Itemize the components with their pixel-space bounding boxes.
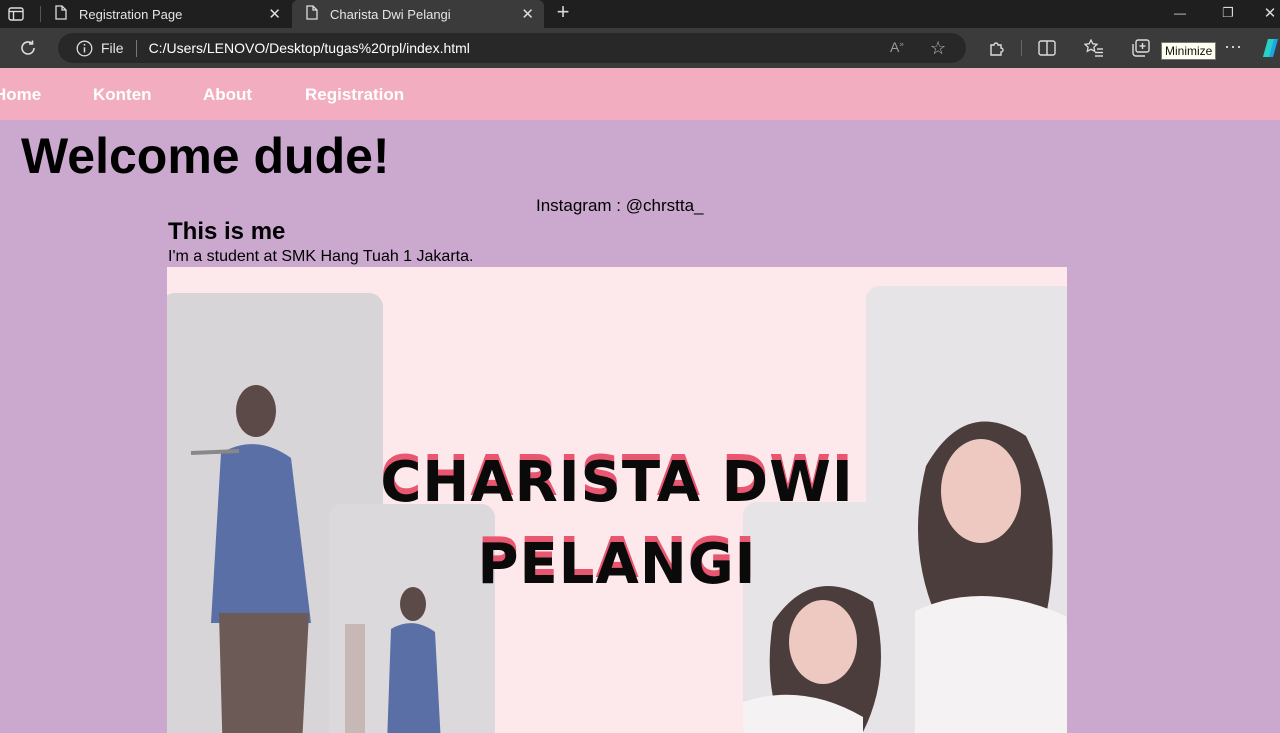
address-bar[interactable]: File C:/Users/LENOVO/Desktop/tugas%20rpl…: [58, 33, 966, 63]
hero-title-line-2: PELANGI: [477, 532, 757, 597]
tab-registration-page[interactable]: Registration Page ✕: [41, 0, 291, 28]
tab-label: Registration Page: [79, 6, 183, 22]
browser-tab-bar: Registration Page ✕ Charista Dwi Pelangi…: [0, 0, 1280, 28]
sidebar-icon[interactable]: [6, 4, 26, 24]
scheme-label: File: [101, 40, 124, 56]
collections-icon[interactable]: [1129, 37, 1151, 59]
extensions-icon[interactable]: [986, 37, 1008, 59]
nav-link-home[interactable]: Home: [0, 85, 41, 105]
close-tab-icon[interactable]: ✕: [521, 5, 534, 23]
new-tab-button[interactable]: +: [552, 0, 574, 24]
tooltip: Minimize: [1161, 42, 1217, 60]
instagram-handle: Instagram : @chrstta_: [536, 196, 704, 215]
hero-title-line-1: CHARISTA DWI: [380, 450, 854, 515]
read-aloud-icon[interactable]: A»: [890, 39, 904, 55]
hero-banner-image: CHARISTA DWI PELANGI: [167, 267, 1067, 733]
info-icon[interactable]: [76, 40, 93, 57]
close-tab-icon[interactable]: ✕: [268, 5, 281, 23]
split-screen-icon[interactable]: [1036, 37, 1058, 59]
close-window-button[interactable]: ✕: [1260, 2, 1280, 24]
section-heading: This is me: [168, 218, 286, 245]
more-icon[interactable]: ⋯: [1221, 36, 1245, 58]
page-icon: [306, 5, 318, 23]
tab-charista-dwi-pelangi[interactable]: Charista Dwi Pelangi ✕: [292, 0, 544, 28]
address-divider: [135, 39, 137, 57]
restore-button[interactable]: ❐: [1214, 2, 1242, 24]
bio-text: I'm a student at SMK Hang Tuah 1 Jakarta…: [168, 248, 474, 265]
nav-link-konten[interactable]: Konten: [93, 85, 152, 105]
site-navbar: Home Konten About Registration: [0, 68, 1280, 120]
nav-link-about[interactable]: About: [203, 85, 252, 105]
page-title: Welcome dude!: [21, 128, 390, 184]
reload-icon[interactable]: [17, 37, 39, 59]
copilot-icon[interactable]: [1262, 36, 1280, 60]
page-icon: [55, 5, 67, 23]
tab-label: Charista Dwi Pelangi: [330, 6, 451, 22]
toolbar-separator: [1021, 40, 1022, 56]
nav-link-registration[interactable]: Registration: [305, 85, 404, 105]
minimize-button[interactable]: —: [1166, 2, 1194, 24]
browser-toolbar: File C:/Users/LENOVO/Desktop/tugas%20rpl…: [0, 28, 1280, 68]
favorite-star-icon[interactable]: ☆: [930, 38, 946, 59]
favorites-icon[interactable]: [1083, 37, 1105, 59]
url-text[interactable]: C:/Users/LENOVO/Desktop/tugas%20rpl/inde…: [149, 40, 470, 56]
